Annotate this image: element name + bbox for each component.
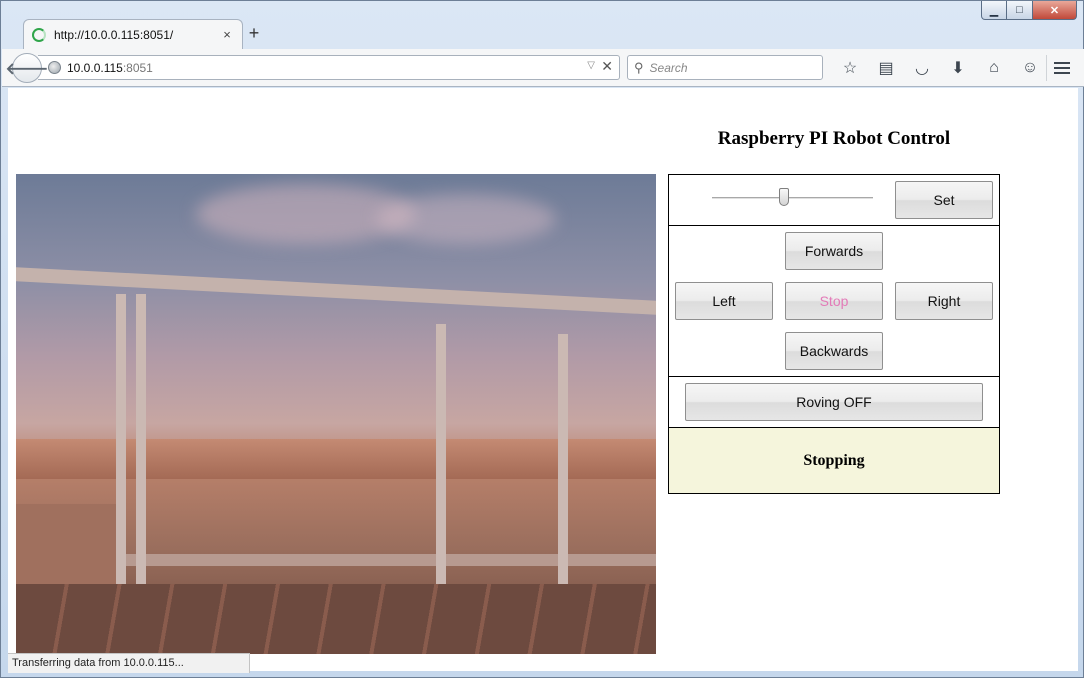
speed-slider-thumb[interactable] <box>779 188 790 206</box>
url-bar[interactable]: 10.0.0.115:8051 ▽ ✕ <box>38 55 620 80</box>
speed-row: Set <box>669 175 999 226</box>
new-tab-button[interactable]: + <box>243 23 265 45</box>
tab-title: http://10.0.0.115:8051/ <box>54 27 174 42</box>
tab-active[interactable]: http://10.0.0.115:8051/ × <box>23 19 243 49</box>
forwards-button[interactable]: Forwards <box>785 232 883 270</box>
dropdown-arrow-icon[interactable]: ▽ <box>587 60 595 71</box>
reading-list-icon[interactable]: ▤ <box>868 55 904 81</box>
navigation-toolbar: 10.0.0.115:8051 ▽ ✕ 🡐 ⚲ Search ☆ ▤ ◡ ⬇ ⌂… <box>2 49 1084 87</box>
scene-post <box>436 324 446 594</box>
pocket-icon[interactable]: ◡ <box>904 55 940 81</box>
search-icon: ⚲ <box>634 59 644 75</box>
bookmark-star-icon[interactable]: ☆ <box>832 55 868 81</box>
page-title: Raspberry PI Robot Control <box>717 128 951 149</box>
camera-stream-image <box>16 174 656 654</box>
roving-row: Roving OFF <box>669 377 999 428</box>
set-button[interactable]: Set <box>895 181 993 219</box>
scene-post <box>136 294 146 594</box>
scene-post <box>558 334 568 594</box>
url-port: :8051 <box>122 60 153 75</box>
browser-status-bar: Transferring data from 10.0.0.115... <box>8 653 250 673</box>
control-panel: Set Forwards Left Stop Right Backwards R… <box>668 174 1000 494</box>
menu-icon[interactable] <box>1046 55 1076 81</box>
backwards-button[interactable]: Backwards <box>785 332 883 370</box>
page-content: Raspberry PI Robot Control Set Forwards … <box>8 88 1078 671</box>
url-host: 10.0.0.115 <box>67 60 123 75</box>
tab-close-icon[interactable]: × <box>220 27 234 42</box>
drive-row: Forwards Left Stop Right Backwards <box>669 226 999 377</box>
scene-post <box>116 294 126 594</box>
chat-icon[interactable]: ☺ <box>1012 55 1048 81</box>
scene-railing <box>16 267 656 315</box>
browser-window: ▁ □ ✕ http://10.0.0.115:8051/ × + 10.0.0… <box>0 0 1084 678</box>
toolbar-icons: ☆ ▤ ◡ ⬇ ⌂ ☺ <box>832 55 1048 81</box>
search-input[interactable]: ⚲ Search <box>627 55 823 80</box>
stop-load-icon[interactable]: ✕ <box>601 58 613 75</box>
status-row: Stopping <box>669 428 999 493</box>
scene-floor <box>16 584 656 654</box>
download-icon[interactable]: ⬇ <box>940 55 976 81</box>
right-button[interactable]: Right <box>895 282 993 320</box>
search-placeholder: Search <box>649 60 688 75</box>
back-arrow-icon: 🡐 <box>5 60 49 78</box>
status-message: Stopping <box>803 451 865 469</box>
loading-spinner-icon <box>32 27 46 42</box>
speed-slider[interactable] <box>712 197 873 199</box>
left-button[interactable]: Left <box>675 282 773 320</box>
back-button[interactable]: 🡐 <box>6 53 48 83</box>
roving-toggle-button[interactable]: Roving OFF <box>685 383 983 421</box>
home-icon[interactable]: ⌂ <box>976 55 1012 81</box>
stop-button[interactable]: Stop <box>785 282 883 320</box>
tab-strip: http://10.0.0.115:8051/ × + <box>9 17 1079 49</box>
scene-cloud <box>376 194 556 244</box>
globe-icon <box>48 61 61 74</box>
